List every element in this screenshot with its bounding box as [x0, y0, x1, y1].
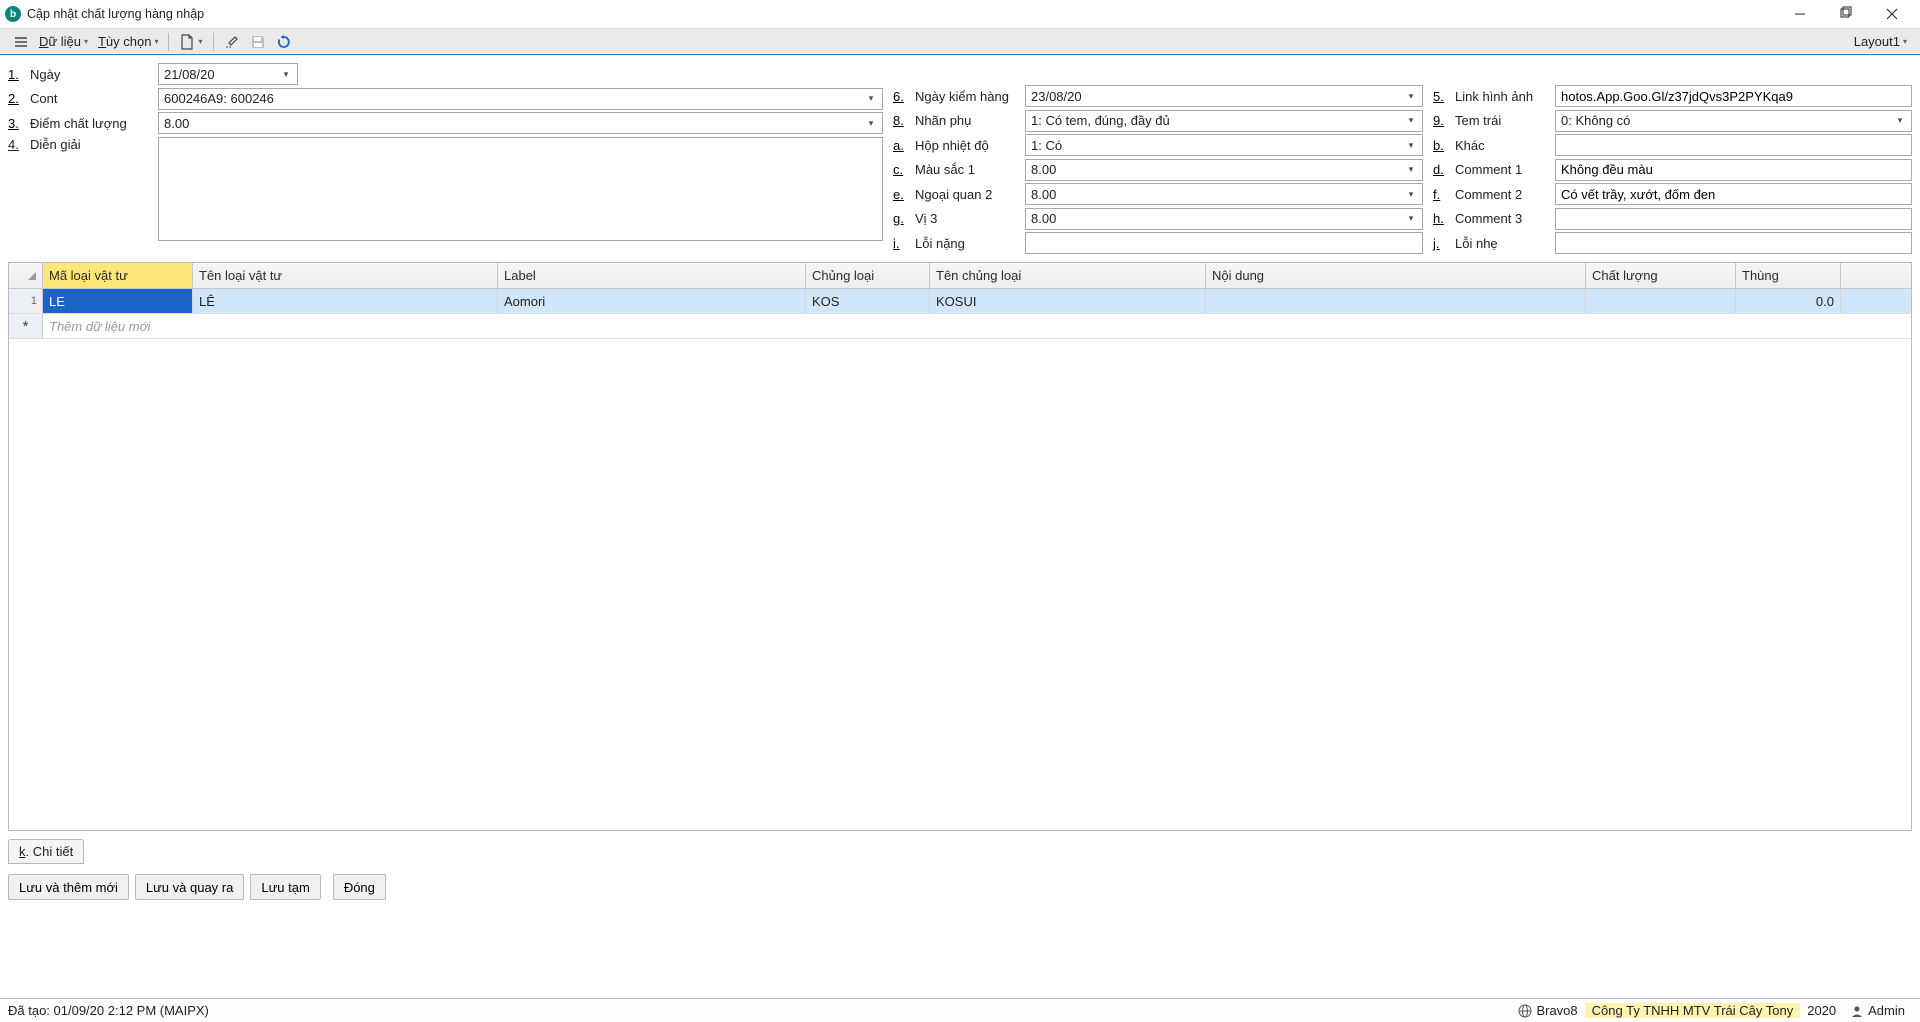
appearance2-input[interactable]: 8.00▾ — [1025, 183, 1423, 205]
col-type[interactable]: Chủng loại — [806, 263, 930, 288]
save-and-return-button[interactable]: Lưu và quay ra — [135, 874, 244, 900]
date-input[interactable]: 21/08/20▾ — [158, 63, 298, 85]
col-type-name[interactable]: Tên chủng loại — [930, 263, 1206, 288]
field-date: 1. Ngày 21/08/20▾ — [8, 63, 883, 85]
field-description: 4. Diễn giải — [8, 137, 883, 244]
chevron-down-icon: ▾ — [1403, 91, 1419, 102]
cell-quality[interactable] — [1586, 289, 1736, 313]
col-label[interactable]: Label — [498, 263, 806, 288]
other-input[interactable] — [1555, 134, 1912, 156]
hamburger-icon[interactable] — [8, 30, 34, 54]
globe-icon — [1518, 1004, 1532, 1018]
action-bar: Lưu và thêm mới Lưu và quay ra Lưu tạm Đ… — [0, 864, 1920, 910]
status-created: Đã tạo: 01/09/20 2:12 PM (MAIPX) — [8, 1003, 209, 1018]
window-title: Cập nhật chất lượng hàng nhập — [27, 7, 1777, 21]
menu-data[interactable]: DDữ liệuữ liệu▾ — [34, 30, 93, 54]
cell-content[interactable] — [1206, 289, 1586, 313]
col-content[interactable]: Nội dung — [1206, 263, 1586, 288]
chevron-down-icon: ▾ — [1892, 115, 1908, 126]
form-left-column: 1. Ngày 21/08/20▾ 2. Cont 600246A9: 6002… — [8, 63, 883, 254]
comment3-input[interactable] — [1555, 208, 1912, 230]
comment2-input[interactable] — [1555, 183, 1912, 205]
chevron-down-icon: ▾ — [1403, 213, 1419, 224]
field-quality-score: 3. Điểm chất lượng 8.00▾ — [8, 112, 883, 134]
menu-options[interactable]: Tùy chọn▾ — [93, 30, 164, 54]
cell-material-name[interactable]: LÊ — [193, 289, 498, 313]
light-error-input[interactable] — [1555, 232, 1912, 254]
form-mid-column: 6.Ngày kiểm hàng 23/08/20▾ 8.Nhãn phụ 1:… — [893, 63, 1423, 254]
edit-button[interactable] — [219, 30, 245, 54]
app-icon: b — [5, 6, 21, 22]
chevron-down-icon: ▾ — [1403, 140, 1419, 151]
cell-label[interactable]: Aomori — [498, 289, 806, 313]
new-document-button[interactable]: ▾ — [174, 30, 207, 54]
chevron-down-icon: ▾ — [278, 69, 294, 80]
col-material-name[interactable]: Tên loại vật tư — [193, 263, 498, 288]
temp-box-input[interactable]: 1: Có▾ — [1025, 134, 1423, 156]
save-temp-button[interactable]: Lưu tạm — [250, 874, 320, 900]
row-selector-corner[interactable] — [9, 263, 43, 288]
chevron-down-icon: ▾ — [1403, 115, 1419, 126]
tab-detail[interactable]: k. Chi tiết — [8, 839, 84, 864]
check-date-input[interactable]: 23/08/20▾ — [1025, 85, 1423, 107]
new-row-indicator: * — [9, 314, 43, 338]
status-year: 2020 — [1800, 1003, 1843, 1018]
status-company: Công Ty TNHH MTV Trái Cây Tony — [1585, 1003, 1801, 1018]
refresh-button[interactable] — [271, 30, 297, 54]
maximize-button[interactable] — [1823, 1, 1869, 28]
table-new-row[interactable]: * Thêm dữ liệu mới — [9, 314, 1911, 339]
tab-strip: k. Chi tiết — [8, 839, 1912, 864]
toolbar-separator — [213, 33, 214, 51]
chevron-down-icon: ▾ — [863, 93, 879, 104]
sublabel-input[interactable]: 1: Có tem, đúng, đầy đủ▾ — [1025, 110, 1423, 132]
status-bar: Đã tạo: 01/09/20 2:12 PM (MAIPX) Bravo8 … — [0, 998, 1920, 1022]
col-material-code[interactable]: Mã loại vật tư — [43, 263, 193, 288]
cell-material-code[interactable]: LE — [43, 289, 193, 313]
row-number[interactable]: 1 — [9, 289, 43, 313]
cont-input[interactable]: 600246A9: 600246▾ — [158, 88, 883, 110]
left-stamp-input[interactable]: 0: Không có▾ — [1555, 110, 1912, 132]
chevron-down-icon: ▾ — [863, 118, 879, 129]
cell-type-name[interactable]: KOSUI — [930, 289, 1206, 313]
close-button[interactable] — [1869, 1, 1915, 28]
form-right-column: 5.Link hình ảnh 9.Tem trái 0: Không có▾ … — [1433, 63, 1912, 254]
minimize-button[interactable] — [1777, 1, 1823, 28]
toolbar-separator — [168, 33, 169, 51]
heavy-error-input[interactable] — [1025, 232, 1423, 254]
new-row-placeholder[interactable]: Thêm dữ liệu mới — [43, 314, 1911, 338]
table-row[interactable]: 1 LE LÊ Aomori KOS KOSUI 0.0 — [9, 289, 1911, 314]
chevron-down-icon: ▾ — [1403, 189, 1419, 200]
layout-selector[interactable]: Layout1▾ — [1849, 30, 1912, 54]
toolbar: DDữ liệuữ liệu▾ Tùy chọn▾ ▾ Layout1▾ — [0, 28, 1920, 55]
form: 1. Ngày 21/08/20▾ 2. Cont 600246A9: 6002… — [0, 55, 1920, 258]
status-user: Admin — [1843, 1003, 1912, 1018]
title-bar: b Cập nhật chất lượng hàng nhập — [0, 0, 1920, 28]
taste3-input[interactable]: 8.00▾ — [1025, 208, 1423, 230]
color1-input[interactable]: 8.00▾ — [1025, 159, 1423, 181]
save-button[interactable] — [245, 30, 271, 54]
cell-type[interactable]: KOS — [806, 289, 930, 313]
col-box[interactable]: Thùng — [1736, 263, 1841, 288]
image-link-input[interactable] — [1555, 85, 1912, 107]
description-input[interactable] — [158, 137, 883, 241]
field-cont: 2. Cont 600246A9: 600246▾ — [8, 88, 883, 110]
grid-header: Mã loại vật tư Tên loại vật tư Label Chủ… — [9, 263, 1911, 289]
save-and-new-button[interactable]: Lưu và thêm mới — [8, 874, 129, 900]
chevron-down-icon: ▾ — [1403, 164, 1419, 175]
user-icon — [1850, 1004, 1864, 1018]
col-quality[interactable]: Chất lượng — [1586, 263, 1736, 288]
grid-body[interactable]: 1 LE LÊ Aomori KOS KOSUI 0.0 * Thêm dữ l… — [9, 289, 1911, 339]
cell-box[interactable]: 0.0 — [1736, 289, 1841, 313]
close-form-button[interactable]: Đóng — [333, 874, 386, 900]
detail-grid[interactable]: Mã loại vật tư Tên loại vật tư Label Chủ… — [8, 262, 1912, 831]
status-app: Bravo8 — [1511, 1003, 1584, 1018]
quality-score-input[interactable]: 8.00▾ — [158, 112, 883, 134]
comment1-input[interactable] — [1555, 159, 1912, 181]
